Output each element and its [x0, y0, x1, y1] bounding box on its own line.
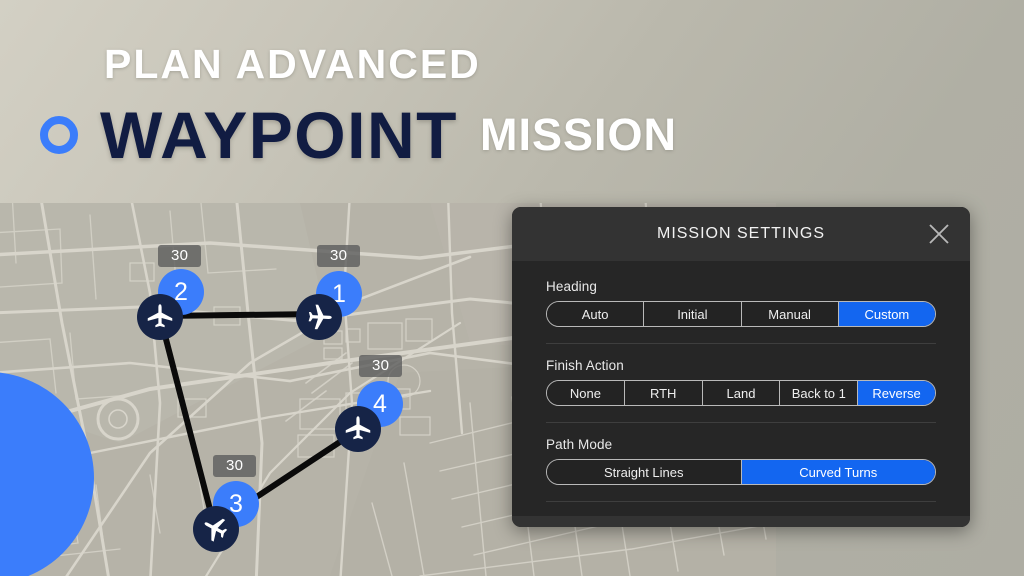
panel-body: Heading Auto Initial Manual Custom Finis… [512, 261, 970, 516]
drone-icon [145, 302, 175, 332]
waypoint-settings-button[interactable]: WAYPOINT SETTINGS [512, 516, 970, 527]
path-mode-label: Path Mode [546, 437, 613, 452]
drone-icon [304, 302, 334, 332]
finish-action-label: Finish Action [546, 358, 624, 373]
heading-segmented-control: Auto Initial Manual Custom [546, 301, 936, 327]
circle-outline-icon [40, 116, 78, 154]
waypoint-marker-3[interactable] [193, 506, 239, 552]
path-mode-option-curved-turns[interactable]: Curved Turns [741, 460, 935, 484]
panel-header: MISSION SETTINGS [512, 207, 970, 261]
setting-group-path-mode: Path Mode Straight Lines Curved Turns [546, 437, 936, 485]
finish-action-option-rth[interactable]: RTH [624, 381, 703, 405]
path-mode-segmented-control: Straight Lines Curved Turns [546, 459, 936, 485]
waypoint-altitude-chip: 30 [213, 455, 257, 477]
panel-title: MISSION SETTINGS [656, 225, 825, 242]
waypoint-altitude-chip: 30 [158, 245, 202, 267]
finish-action-option-reverse[interactable]: Reverse [858, 381, 935, 405]
setting-group-finish-action: Finish Action None RTH Land Back to 1 Re… [546, 358, 936, 406]
finish-action-option-back-to-1[interactable]: Back to 1 [780, 381, 859, 405]
close-icon[interactable] [926, 221, 952, 247]
heading-option-initial[interactable]: Initial [644, 302, 742, 326]
path-mode-option-straight-lines[interactable]: Straight Lines [547, 460, 742, 484]
waypoint-marker-2[interactable] [137, 294, 183, 340]
divider [546, 422, 936, 423]
divider [546, 501, 936, 502]
waypoint-marker-1[interactable] [296, 294, 342, 340]
mission-settings-panel: MISSION SETTINGS Heading Auto Initial Ma… [512, 207, 970, 527]
waypoint-marker-4[interactable] [335, 406, 381, 452]
drone-icon [343, 414, 373, 444]
heading-option-manual[interactable]: Manual [741, 302, 839, 326]
hero-title-main: WAYPOINT [100, 98, 458, 172]
setting-group-heading: Heading Auto Initial Manual Custom [546, 279, 936, 327]
app-root: PLAN ADVANCED WAYPOINT MISSION 30 1 30 2… [0, 0, 1024, 576]
heading-option-auto[interactable]: Auto [547, 302, 645, 326]
hero-title-row: WAYPOINT MISSION [40, 102, 677, 168]
hero-kicker: PLAN ADVANCED [104, 41, 481, 87]
finish-action-option-none[interactable]: None [547, 381, 625, 405]
waypoint-altitude-chip: 30 [317, 245, 361, 267]
heading-label: Heading [546, 279, 597, 294]
finish-action-option-land[interactable]: Land [702, 381, 781, 405]
divider [546, 343, 936, 344]
finish-action-segmented-control: None RTH Land Back to 1 Reverse [546, 380, 936, 406]
waypoint-altitude-chip: 30 [359, 355, 403, 377]
heading-option-custom[interactable]: Custom [838, 302, 935, 326]
hero-title-sub: MISSION [479, 108, 677, 160]
drone-icon [201, 514, 231, 544]
